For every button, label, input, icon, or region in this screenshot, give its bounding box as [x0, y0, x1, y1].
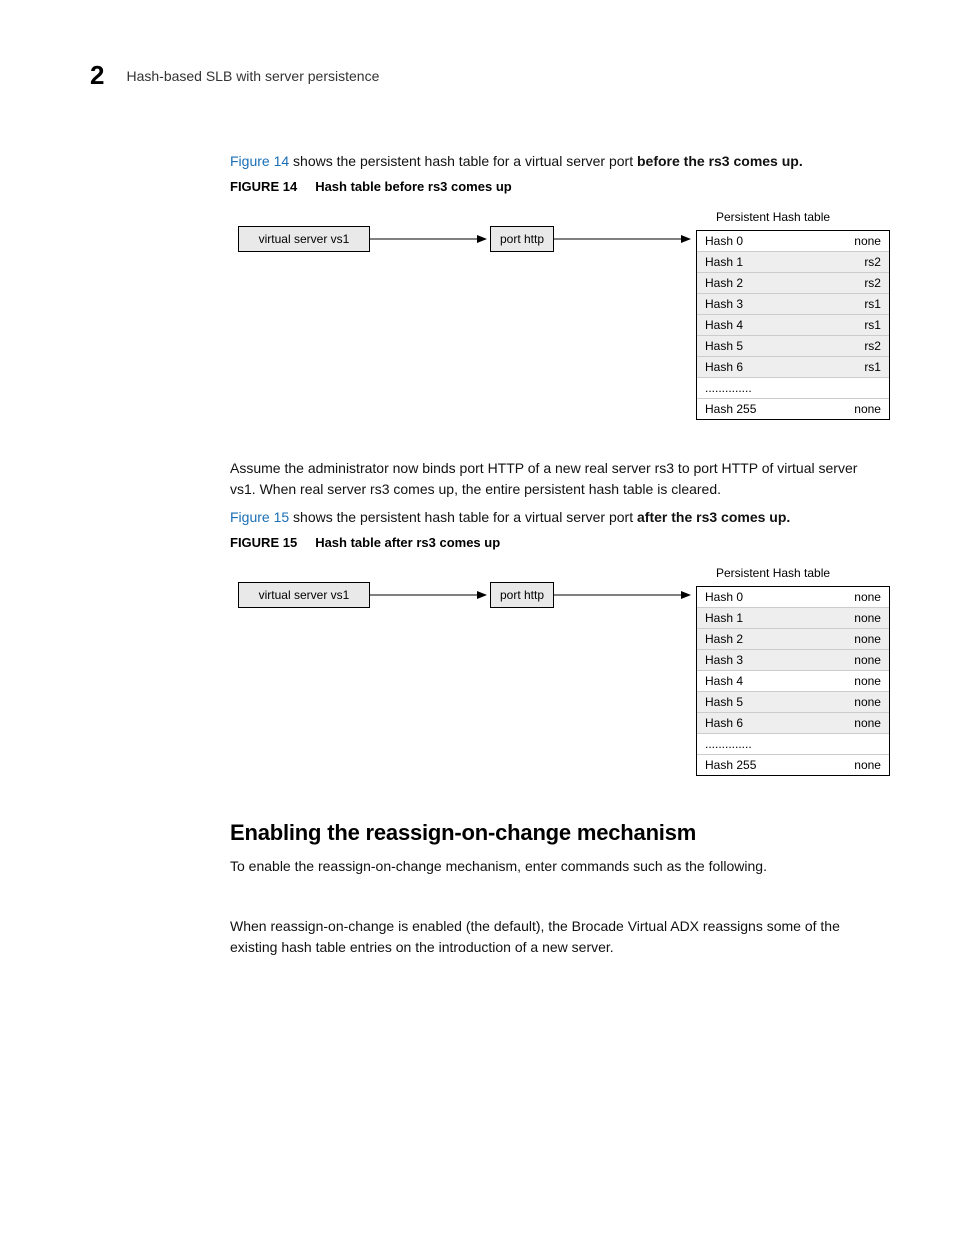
section-p1: To enable the reassign-on-change mechani…	[230, 856, 874, 876]
intro-fig15-text: shows the persistent hash table for a vi…	[289, 509, 637, 525]
page-header: 2 Hash-based SLB with server persistence	[90, 60, 874, 91]
hash-key: Hash 0	[697, 587, 812, 607]
figure-14-caption: FIGURE 14 Hash table before rs3 comes up	[230, 179, 874, 194]
figure-14-diagram: virtual server vs1 port http Persistent …	[230, 210, 874, 440]
intro-fig14-bold: before the rs3 comes up.	[637, 153, 803, 169]
hash-value: none	[812, 629, 889, 649]
table-row: ..............	[697, 734, 889, 755]
table-row: Hash 6none	[697, 713, 889, 734]
intro-fig15-bold: after the rs3 comes up.	[637, 509, 790, 525]
hash-value: none	[812, 399, 889, 419]
hash-value: none	[812, 692, 889, 712]
table-row: Hash 255none	[697, 399, 889, 419]
section-p2: When reassign-on-change is enabled (the …	[230, 916, 874, 957]
table-row: Hash 2rs2	[697, 273, 889, 294]
hash-value	[812, 734, 889, 754]
hash-table-15: Hash 0noneHash 1noneHash 2noneHash 3none…	[696, 586, 890, 776]
figure-15-diagram: virtual server vs1 port http Persistent …	[230, 566, 874, 796]
hash-value: none	[812, 608, 889, 628]
section-title: Hash-based SLB with server persistence	[126, 68, 379, 84]
hash-key: Hash 5	[697, 336, 812, 356]
figure-14-link[interactable]: Figure 14	[230, 153, 289, 169]
hash-table-title: Persistent Hash table	[716, 566, 830, 580]
hash-key: Hash 1	[697, 608, 812, 628]
table-row: ..............	[697, 378, 889, 399]
hash-key: Hash 6	[697, 357, 812, 377]
table-row: Hash 3rs1	[697, 294, 889, 315]
hash-table-title: Persistent Hash table	[716, 210, 830, 224]
hash-value: rs2	[812, 336, 889, 356]
hash-key: Hash 255	[697, 399, 812, 419]
figure-14-caption-text: Hash table before rs3 comes up	[315, 179, 512, 194]
hash-value	[812, 378, 889, 398]
figure-15-caption-text: Hash table after rs3 comes up	[315, 535, 500, 550]
hash-table-14: Hash 0noneHash 1rs2Hash 2rs2Hash 3rs1Has…	[696, 230, 890, 420]
hash-value: rs2	[812, 252, 889, 272]
table-row: Hash 5none	[697, 692, 889, 713]
intro-paragraph-fig14: Figure 14 shows the persistent hash tabl…	[230, 151, 874, 171]
table-row: Hash 6rs1	[697, 357, 889, 378]
table-row: Hash 1rs2	[697, 252, 889, 273]
figure-15-link[interactable]: Figure 15	[230, 509, 289, 525]
figure-15-label: FIGURE 15	[230, 535, 297, 550]
hash-value: rs1	[812, 357, 889, 377]
figure-15-caption: FIGURE 15 Hash table after rs3 comes up	[230, 535, 874, 550]
hash-key: Hash 2	[697, 273, 812, 293]
table-row: Hash 3none	[697, 650, 889, 671]
hash-key: ..............	[697, 378, 812, 398]
table-row: Hash 4rs1	[697, 315, 889, 336]
hash-key: Hash 6	[697, 713, 812, 733]
hash-value: none	[812, 671, 889, 691]
table-row: Hash 0none	[697, 587, 889, 608]
table-row: Hash 1none	[697, 608, 889, 629]
hash-value: none	[812, 587, 889, 607]
hash-key: Hash 255	[697, 755, 812, 775]
hash-key: ..............	[697, 734, 812, 754]
hash-key: Hash 2	[697, 629, 812, 649]
mid-paragraph: Assume the administrator now binds port …	[230, 458, 874, 499]
table-row: Hash 255none	[697, 755, 889, 775]
section-heading: Enabling the reassign-on-change mechanis…	[230, 820, 874, 846]
intro-paragraph-fig15: Figure 15 shows the persistent hash tabl…	[230, 507, 874, 527]
hash-value: rs1	[812, 294, 889, 314]
hash-key: Hash 1	[697, 252, 812, 272]
hash-value: none	[812, 650, 889, 670]
figure-14-label: FIGURE 14	[230, 179, 297, 194]
intro-fig14-text: shows the persistent hash table for a vi…	[289, 153, 637, 169]
table-row: Hash 0none	[697, 231, 889, 252]
table-row: Hash 2none	[697, 629, 889, 650]
hash-key: Hash 0	[697, 231, 812, 251]
table-row: Hash 4none	[697, 671, 889, 692]
hash-key: Hash 4	[697, 671, 812, 691]
hash-value: rs1	[812, 315, 889, 335]
hash-key: Hash 3	[697, 650, 812, 670]
table-row: Hash 5rs2	[697, 336, 889, 357]
hash-key: Hash 3	[697, 294, 812, 314]
hash-key: Hash 5	[697, 692, 812, 712]
hash-value: none	[812, 755, 889, 775]
hash-value: none	[812, 231, 889, 251]
hash-value: none	[812, 713, 889, 733]
hash-key: Hash 4	[697, 315, 812, 335]
chapter-number: 2	[90, 60, 104, 91]
hash-value: rs2	[812, 273, 889, 293]
